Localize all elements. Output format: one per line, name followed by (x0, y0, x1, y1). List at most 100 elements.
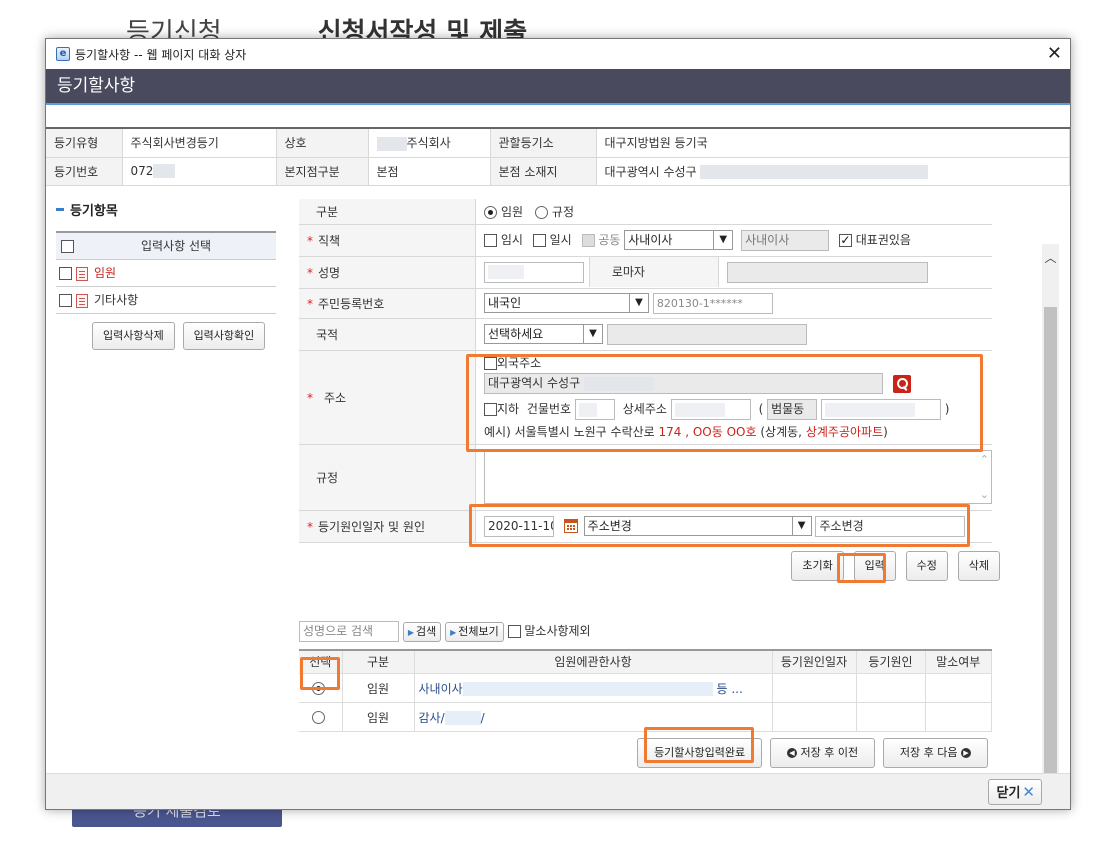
address-detail-row: 지하 건물번호 상세주소 ( 범물동 ) (484, 399, 992, 423)
basement-checkbox[interactable] (484, 403, 497, 416)
building-number-input[interactable] (574, 399, 615, 420)
basement-label: 지하 (497, 402, 520, 416)
cause-text-input[interactable]: 주소변경 (815, 515, 966, 537)
chevron-down-icon: ▼ (583, 325, 602, 343)
regno-label: 등기번호 (46, 157, 123, 186)
row-select-radio[interactable] (311, 711, 325, 724)
chevron-down-icon: ▼ (713, 231, 733, 249)
rrn-type-select[interactable]: 내국인 ▼ (484, 293, 649, 313)
address-search-icon[interactable] (892, 374, 911, 393)
company-name-cell: 주식회사 (368, 129, 491, 158)
gubun-officer-radio[interactable] (484, 205, 497, 219)
nation-select[interactable]: 선택하세요 ▼ (484, 324, 603, 344)
row-detail-cell[interactable]: 사내이사 등 ... (414, 673, 773, 703)
gubun-cell: 임원 규정 (475, 199, 992, 225)
ie-page-icon: e (56, 47, 70, 61)
list-item[interactable]: 임원 (76, 259, 276, 287)
play-icon: ▶ (450, 627, 457, 637)
vertical-scrollbar[interactable]: ︿ ﹀ (1042, 244, 1059, 804)
row-cause (856, 702, 926, 732)
row-detail-suffix: / (480, 710, 485, 725)
company-name-value: 주식회사 (406, 136, 451, 151)
name-input[interactable] (484, 261, 584, 283)
show-all-button[interactable]: ▶ 전체보기 (445, 621, 504, 642)
gubun-rule-radio[interactable] (534, 205, 548, 219)
roman-label: 로마자 (588, 257, 719, 287)
detail-address-input[interactable] (670, 399, 751, 420)
example-apartment: 상계주공아파트 (805, 425, 884, 439)
window-close-icon[interactable]: ✕ (1047, 43, 1062, 64)
search-button[interactable]: ▶ 검색 (402, 621, 442, 642)
item-checkbox-officer[interactable] (59, 266, 72, 280)
title-display-field: 사내이사 (741, 229, 830, 251)
temp-checkbox[interactable] (484, 233, 497, 247)
select-all-checkbox[interactable] (61, 239, 74, 253)
table-row[interactable]: 임원 사내이사 등 ... (299, 673, 992, 703)
delete-items-button[interactable]: 입력사항삭제 (92, 321, 175, 350)
gubun-label-cell: 구분 (299, 199, 476, 225)
branch-label: 본지점구분 (276, 157, 369, 186)
officer-form-table: 구분 임원 규정 * 직책 임시 일시 공동 사내이사 ▼ 사내이사 대표권있음 (299, 199, 992, 543)
cause-cell: 2020-11-10 주소변경 ▼ 주소변경 (475, 510, 992, 543)
navigation-buttons: 등기할사항입력완료 ◀ 저장 후 이전 저장 후 다음 ▶ (299, 738, 1004, 768)
joint-checkbox (581, 233, 595, 247)
scroll-up-icon[interactable]: ︿ (1042, 249, 1059, 266)
document-icon (76, 293, 88, 308)
save-next-button[interactable]: 저장 후 다음 ▶ (882, 738, 988, 768)
reset-button[interactable]: 초기화 (791, 550, 844, 581)
foreign-address-checkbox[interactable] (484, 357, 497, 370)
arrow-right-icon: ▶ (961, 748, 971, 758)
apartment-name-input[interactable] (820, 399, 941, 420)
title-select[interactable]: 사내이사 ▼ (624, 230, 734, 250)
play-icon: ▶ (407, 627, 414, 637)
address-label-cell: * 주소 (299, 350, 476, 445)
row-cancelled (925, 702, 992, 732)
item-checkbox-other[interactable] (59, 293, 72, 307)
cause-select[interactable]: 주소변경 ▼ (583, 516, 812, 536)
row-detail-cell[interactable]: 감사/ / (414, 702, 773, 732)
list-item[interactable]: 기타사항 (76, 286, 276, 314)
required-mark: * (307, 296, 313, 311)
column-header: 등기원인 (856, 649, 926, 674)
rule-label-cell: 규정 (299, 444, 476, 511)
row-type: 임원 (342, 702, 415, 732)
edit-button[interactable]: 수정 (905, 550, 948, 581)
address-example-note: 예시) 서울특별시 노원구 수락산로 174 , OO동 OO호 (상계동, 상… (484, 423, 992, 440)
scroll-thumb[interactable] (1044, 307, 1057, 779)
masked-text (376, 136, 407, 151)
row-select-radio[interactable] (311, 682, 325, 695)
representative-checkbox[interactable] (838, 233, 852, 247)
save-prev-button[interactable]: ◀ 저장 후 이전 (769, 738, 876, 768)
masked-text (674, 402, 725, 417)
ilsi-checkbox[interactable] (532, 233, 546, 247)
row-cause-date (772, 702, 857, 732)
row-detail-suffix: 등 ... (716, 681, 743, 696)
input-button[interactable]: 입력 (853, 550, 896, 581)
nation-select-value: 선택하세요 (488, 327, 544, 341)
exclude-cancelled-checkbox[interactable] (507, 624, 521, 638)
textarea-up-icon: ⌃ (979, 453, 989, 466)
table-row[interactable]: 임원 감사/ / (299, 702, 992, 732)
dong-field: 범물동 (767, 399, 818, 420)
rrn-input[interactable]: 820130-1****** (652, 292, 773, 314)
close-button[interactable]: 닫기 ✕ (987, 779, 1042, 805)
exclude-cancelled-label: 말소사항제외 (524, 623, 591, 638)
select-all-cell (56, 232, 76, 260)
save-prev-label: 저장 후 이전 (800, 746, 859, 759)
calendar-icon[interactable] (563, 519, 578, 533)
cause-date-input[interactable]: 2020-11-10 (484, 515, 554, 537)
roman-input (726, 261, 928, 283)
row-cancelled (925, 673, 992, 703)
confirm-items-button[interactable]: 입력사항확인 (182, 321, 266, 350)
officer-search-input[interactable]: 성명으로 검색 (299, 620, 399, 642)
example-mid: (상계동, (760, 425, 802, 439)
officer-search-bar: 성명으로 검색 ▶ 검색 ▶ 전체보기 말소사항제외 (299, 620, 1004, 643)
item-checkbox-cell (56, 259, 76, 287)
gubun-label: 구분 (316, 204, 339, 219)
column-header: 선택 (299, 649, 343, 674)
nation-label: 국적 (316, 327, 339, 342)
delete-button[interactable]: 삭제 (957, 550, 1000, 581)
bullet-dash-icon (56, 207, 64, 211)
rule-textarea[interactable]: ⌃ ⌄ (484, 450, 992, 504)
input-complete-button[interactable]: 등기할사항입력완료 (637, 738, 763, 768)
